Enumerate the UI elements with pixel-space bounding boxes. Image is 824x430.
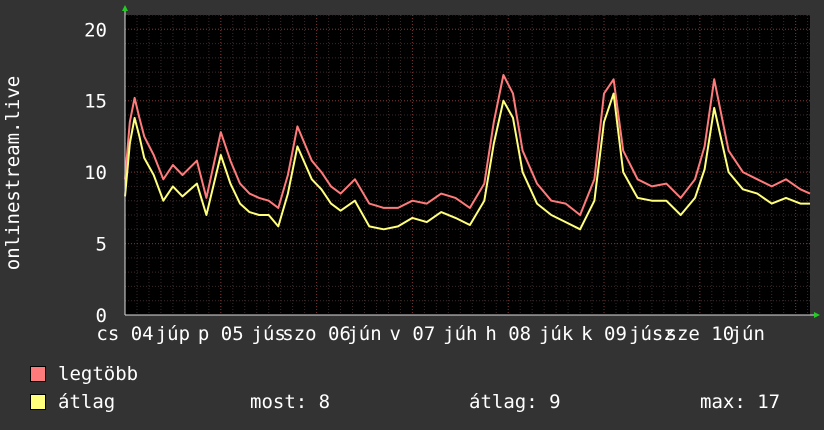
x-tick-label: v 07 [390, 323, 436, 345]
x-tick-label: szo 06 [282, 323, 351, 345]
chart: 05101520 cs 04 júp p 05 jússzo 06jún v 07 júh… [2, 5, 820, 345]
x-tick-label: k 09 [581, 323, 627, 345]
stat-average: átlag: 9 [469, 391, 561, 413]
x-tick-label: júk [539, 323, 574, 345]
y-tick-label: 5 [96, 234, 107, 256]
x-tick-label: sze 10 [666, 323, 735, 345]
x-tick-label: cs 04 [96, 323, 153, 345]
x-tick-label: jús [252, 323, 286, 345]
plot-area [125, 15, 810, 315]
x-tick-label: jún [731, 323, 765, 345]
x-tick-label: júp [156, 323, 190, 345]
legend-label: átlag [58, 391, 116, 413]
x-tick-label: h 08 [485, 323, 531, 345]
x-tick-labels: cs 04 júp p 05 jússzo 06jún v 07 júh h 08 júk k … [96, 323, 764, 345]
x-axis-arrow [814, 312, 820, 318]
y-axis-arrow [122, 5, 128, 11]
legend-item-legtobb: legtöbb [30, 362, 138, 386]
legend-swatch [30, 394, 46, 410]
legend-label: legtöbb [58, 363, 139, 385]
y-tick-labels: 05101520 [84, 19, 107, 327]
x-tick-label: jún [347, 323, 381, 345]
x-tick-label: p 05 [198, 323, 244, 345]
legend-item-atlag: átlag [30, 390, 115, 414]
y-tick-label: 10 [84, 162, 107, 184]
stat-max: max: 17 [700, 391, 781, 413]
y-tick-label: 15 [84, 91, 107, 113]
legend-swatch [30, 366, 46, 382]
y-axis-label: onlinestream.live [2, 76, 24, 270]
x-tick-label: júh [443, 323, 477, 345]
y-tick-label: 20 [84, 19, 107, 41]
stat-current: most: 8 [250, 391, 331, 413]
